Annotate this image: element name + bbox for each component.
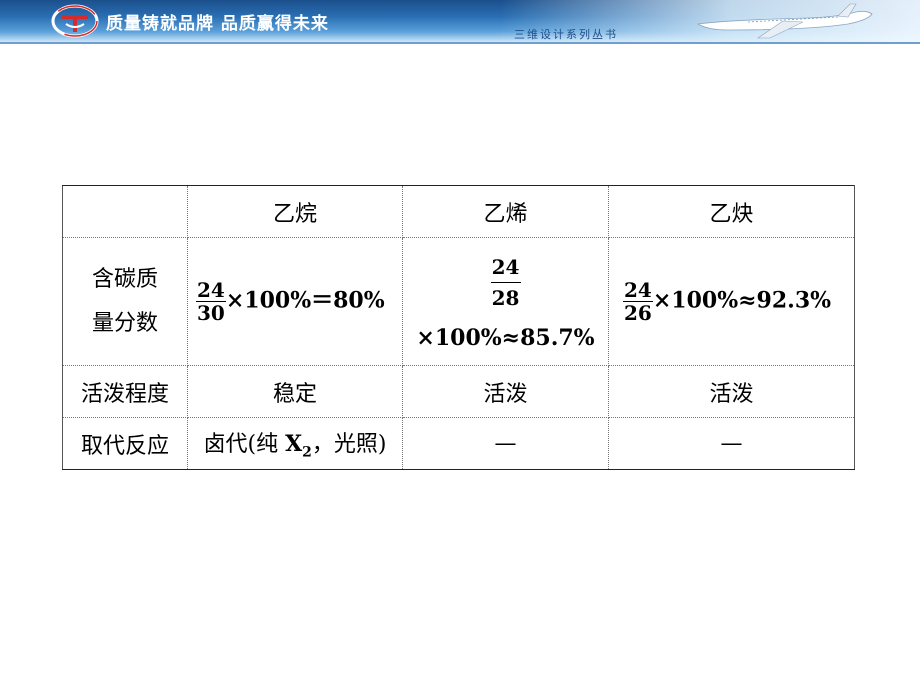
header-banner: 质量铸就品牌 品质赢得未来 三维设计系列丛书	[0, 0, 920, 42]
column-header-ethane: 乙烷	[187, 185, 403, 238]
cell-ethene-substitution: —	[402, 417, 609, 470]
row-label-line2: 量分数	[91, 310, 158, 336]
table-row-reactivity: 活泼程度 稳定 活泼 活泼	[62, 365, 855, 418]
formula-rest: ×100%＝80%	[225, 287, 385, 314]
table-row-carbon-fraction: 含碳质 量分数 24 30 ×100%＝80% 24 28 ×100%≈85.7…	[62, 237, 855, 366]
series-title: 三维设计系列丛书	[514, 28, 618, 41]
banner-divider	[0, 42, 920, 44]
header-slogan: 质量铸就品牌 品质赢得未来	[106, 14, 329, 34]
table-header-row: 乙烷 乙烯 乙炔	[62, 185, 855, 238]
fraction-numerator: 24	[623, 278, 653, 302]
fraction-numerator: 24	[196, 278, 226, 302]
fraction-ethyne: 24 26	[623, 279, 653, 324]
comparison-table: 乙烷 乙烯 乙炔 含碳质 量分数 24 30 ×100%＝80% 24 28 ×…	[62, 185, 855, 470]
cell-ethyne-reactivity: 活泼	[608, 365, 855, 418]
fraction-denominator: 26	[624, 301, 652, 325]
cell-ethane-carbon: 24 30 ×100%＝80%	[187, 237, 403, 366]
cell-ethane-substitution: 卤代(纯 X2，光照)	[187, 417, 403, 470]
fraction-ethene: 24 28	[490, 252, 521, 313]
column-header-ethyne: 乙炔	[608, 185, 855, 238]
fraction-denominator: 28	[491, 286, 520, 310]
column-header-ethene: 乙烯	[402, 185, 609, 238]
cell-ethyne-carbon: 24 26 ×100%≈92.3%	[608, 237, 855, 366]
fraction-ethane: 24 30	[196, 279, 226, 324]
cell-ethane-reactivity: 稳定	[187, 365, 403, 418]
substitution-prefix: 卤代(纯	[203, 432, 286, 458]
row-label-carbon-fraction: 含碳质 量分数	[62, 237, 188, 366]
row-label-reactivity: 活泼程度	[62, 365, 188, 418]
row-label-substitution: 取代反应	[62, 417, 188, 470]
fraction-numerator: 24	[490, 252, 521, 283]
halogen-symbol: X	[285, 431, 303, 458]
cell-ethene-carbon: 24 28 ×100%≈85.7%	[402, 237, 609, 366]
table-row-substitution: 取代反应 卤代(纯 X2，光照) — —	[62, 417, 855, 470]
row-label-line1: 含碳质	[91, 266, 158, 292]
formula-rest: ×100%≈85.7%	[416, 325, 595, 351]
table-header-corner	[62, 185, 188, 238]
fraction-denominator: 30	[197, 301, 225, 325]
airplane-icon	[696, 3, 873, 39]
substitution-suffix: ，光照)	[311, 432, 387, 458]
formula-rest: ×100%≈92.3%	[652, 287, 832, 314]
cell-ethene-reactivity: 活泼	[402, 365, 609, 418]
halogen-subscript: 2	[302, 444, 312, 461]
brand-logo-icon	[51, 4, 99, 38]
cell-ethyne-substitution: —	[608, 417, 855, 470]
